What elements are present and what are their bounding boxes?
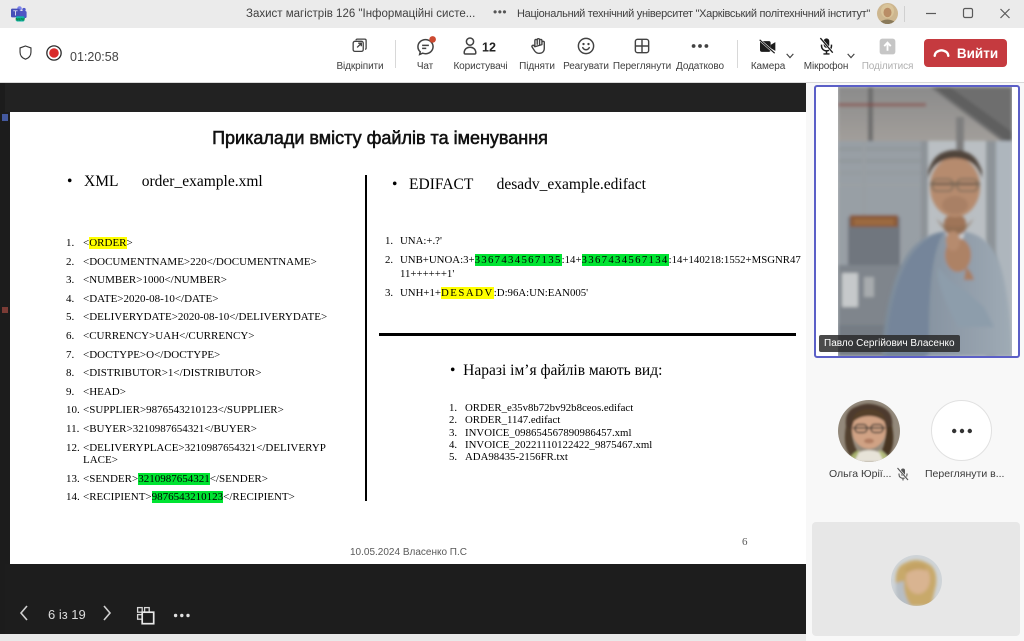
svg-text:NEW: NEW <box>16 16 26 21</box>
svg-text:12: 12 <box>482 41 496 55</box>
